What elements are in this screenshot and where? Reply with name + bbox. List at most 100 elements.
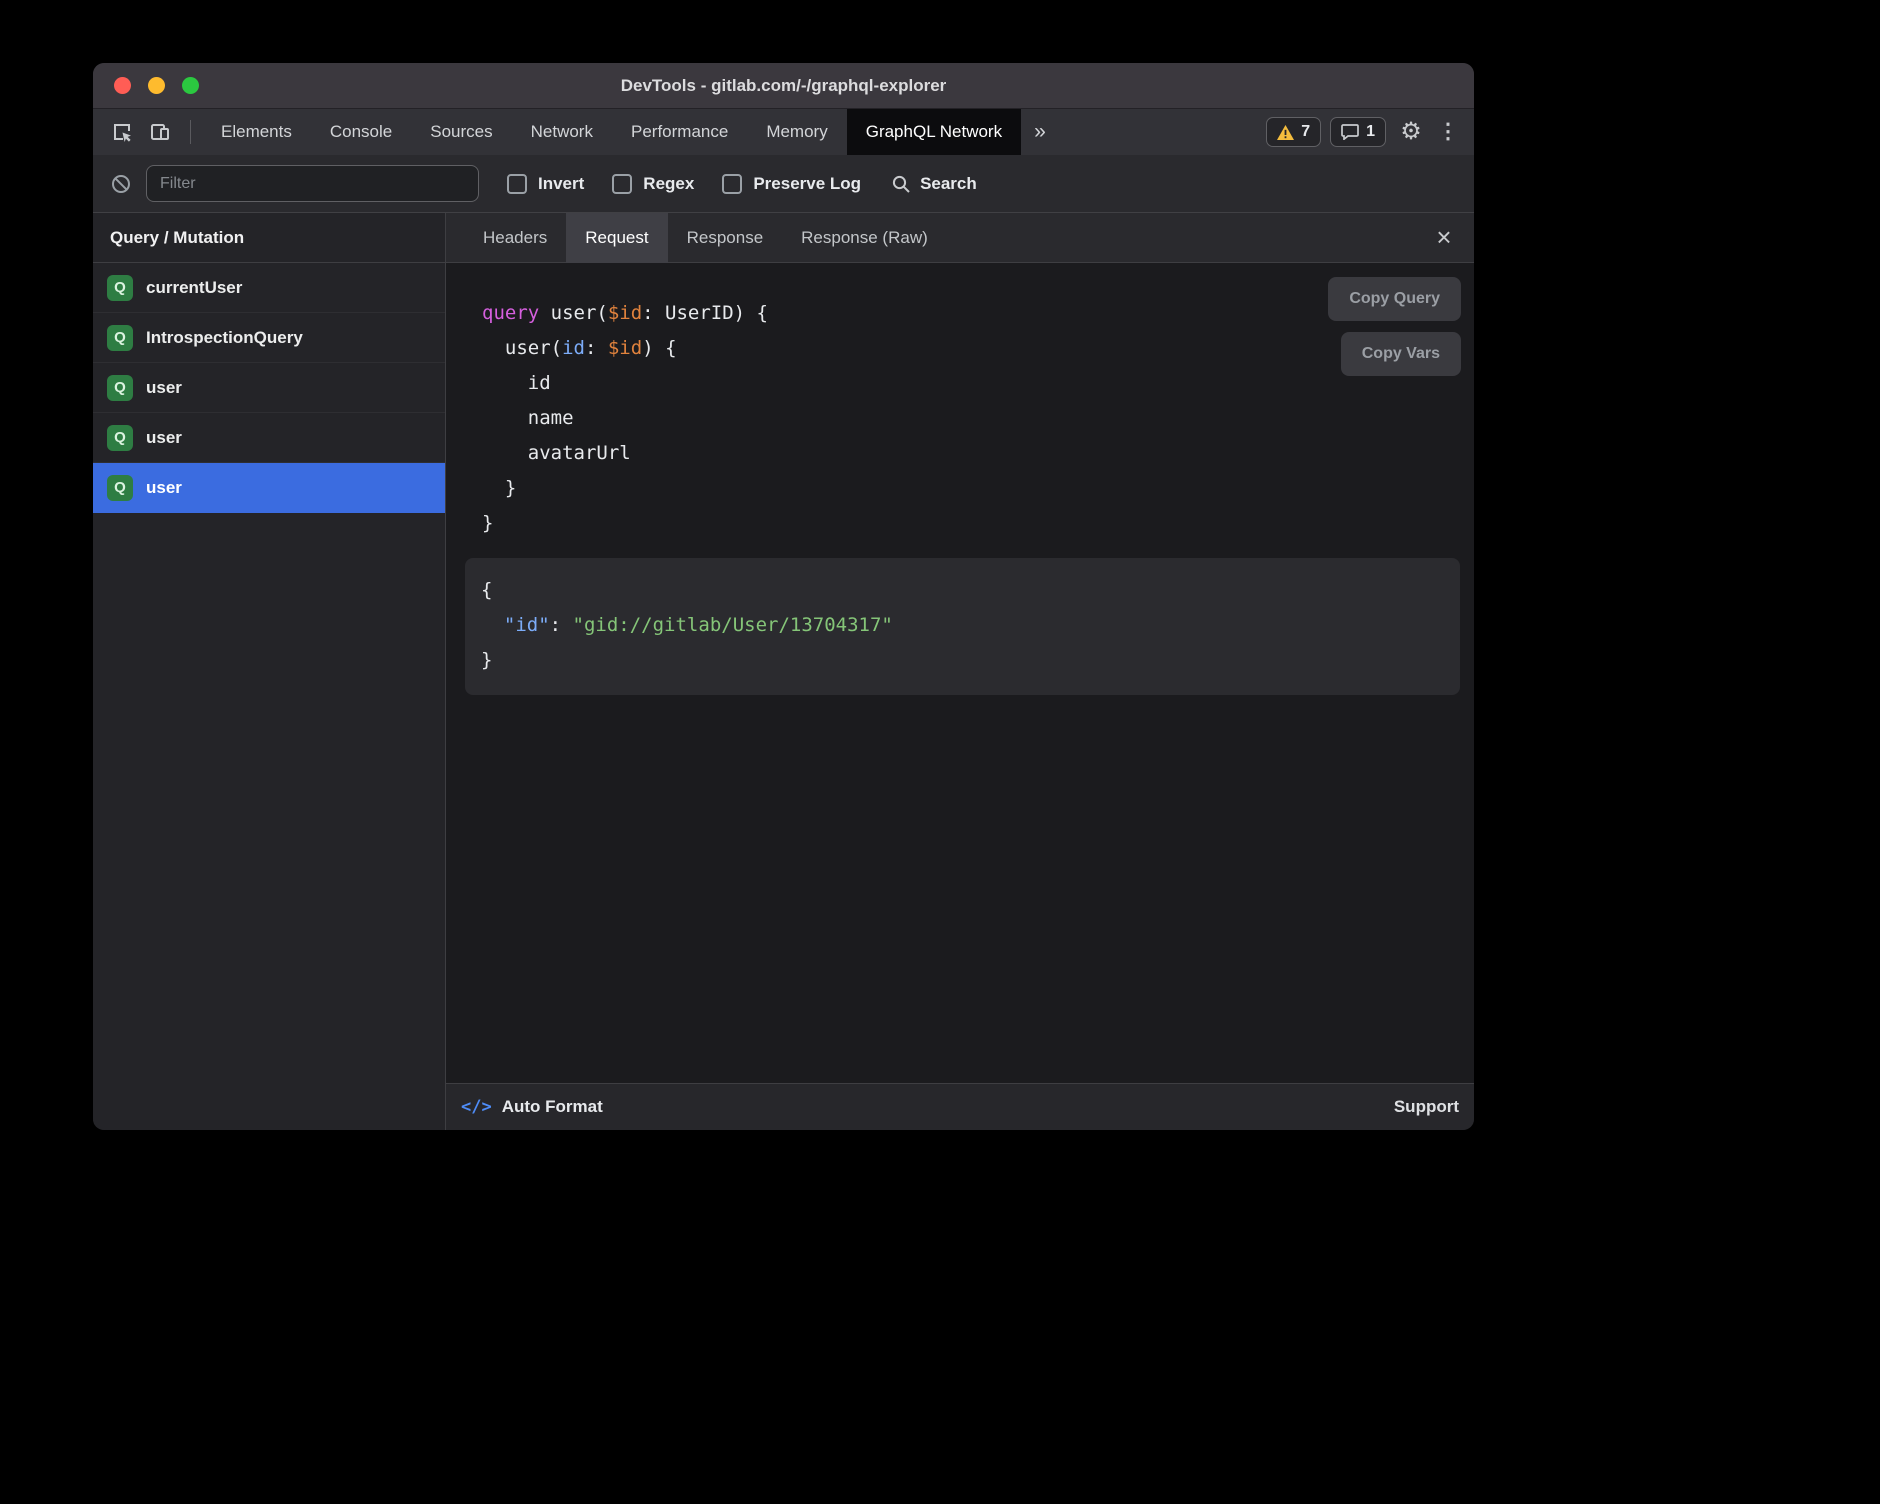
- search-icon: [891, 174, 911, 194]
- tabbar-divider: [190, 120, 191, 144]
- invert-label: Invert: [538, 174, 584, 194]
- warning-triangle-icon: [1277, 125, 1294, 140]
- query-list-header: Query / Mutation: [93, 213, 445, 263]
- minimize-window-button[interactable]: [148, 77, 165, 94]
- detail-tabs: Headers Request Response Response (Raw) …: [446, 213, 1474, 263]
- close-detail-icon[interactable]: ×: [1428, 213, 1460, 263]
- code-token: :: [585, 337, 608, 359]
- more-tabs-icon[interactable]: »: [1021, 120, 1059, 144]
- code-line: {: [481, 573, 1444, 608]
- main-area: Query / Mutation Q currentUser Q Introsp…: [93, 213, 1474, 1130]
- device-icon: [149, 121, 171, 143]
- code-token: [481, 614, 504, 636]
- code-line: query user($id: UserID) {: [482, 296, 768, 331]
- tab-elements[interactable]: Elements: [202, 109, 311, 155]
- query-list-item-currentuser[interactable]: Q currentUser: [93, 263, 445, 313]
- code-token: }: [482, 512, 493, 534]
- copy-buttons: Copy Query Copy Vars: [1328, 277, 1461, 376]
- detail-panel: Headers Request Response Response (Raw) …: [446, 213, 1474, 1130]
- preserve-log-label: Preserve Log: [753, 174, 861, 194]
- preserve-log-checkbox[interactable]: [722, 174, 742, 194]
- code-token: name: [482, 407, 574, 429]
- query-name: currentUser: [146, 278, 242, 298]
- search-control[interactable]: Search: [891, 174, 977, 194]
- query-type-badge: Q: [107, 275, 133, 301]
- code-token: id: [482, 372, 551, 394]
- query-variables-panel: { "id": "gid://gitlab/User/13704317"}: [465, 558, 1460, 695]
- query-list-item-introspectionquery[interactable]: Q IntrospectionQuery: [93, 313, 445, 363]
- issues-count: 1: [1366, 123, 1375, 141]
- devtools-window: DevTools - gitlab.com/-/graphql-explorer…: [93, 63, 1474, 1130]
- code-line: }: [481, 643, 1444, 678]
- tab-graphql-network[interactable]: GraphQL Network: [847, 109, 1021, 155]
- tab-request[interactable]: Request: [566, 213, 667, 263]
- code-line: }: [482, 506, 768, 541]
- query-type-badge: Q: [107, 375, 133, 401]
- query-name: IntrospectionQuery: [146, 328, 303, 348]
- invert-filter-control[interactable]: Invert: [507, 174, 584, 194]
- code-line: id: [482, 366, 768, 401]
- tab-network[interactable]: Network: [512, 109, 612, 155]
- device-toolbar-icon[interactable]: [141, 109, 179, 155]
- tab-memory[interactable]: Memory: [747, 109, 846, 155]
- tab-performance[interactable]: Performance: [612, 109, 747, 155]
- zoom-window-button[interactable]: [182, 77, 199, 94]
- warnings-count: 7: [1301, 123, 1310, 141]
- query-list-item-user-3-selected[interactable]: Q user: [93, 463, 445, 513]
- warnings-badge[interactable]: 7: [1266, 117, 1321, 147]
- preserve-log-control[interactable]: Preserve Log: [722, 174, 861, 194]
- graphql-query-code: query user($id: UserID) { user( id: $id) …: [482, 296, 768, 541]
- code-token: }: [482, 477, 516, 499]
- query-name: user: [146, 378, 182, 398]
- code-token: id: [562, 337, 585, 359]
- traffic-lights: [93, 77, 199, 94]
- code-token: user(: [539, 302, 608, 324]
- block-icon: [110, 173, 132, 195]
- code-line: }: [482, 471, 768, 506]
- tab-response[interactable]: Response: [668, 213, 783, 263]
- inspect-cursor-icon: [111, 121, 133, 143]
- code-token: query: [482, 302, 539, 324]
- query-list-item-user-2[interactable]: Q user: [93, 413, 445, 463]
- code-token: "id": [504, 614, 550, 636]
- settings-gear-icon[interactable]: ⚙: [1395, 109, 1427, 155]
- query-name: user: [146, 428, 182, 448]
- code-line: name: [482, 401, 768, 436]
- query-list-panel: Query / Mutation Q currentUser Q Introsp…: [93, 213, 446, 1130]
- regex-filter-control[interactable]: Regex: [612, 174, 694, 194]
- clear-log-button[interactable]: [105, 173, 137, 195]
- code-token: : UserID) {: [642, 302, 768, 324]
- tab-sources[interactable]: Sources: [411, 109, 511, 155]
- code-token: "gid://gitlab/User/13704317": [573, 614, 893, 636]
- query-type-badge: Q: [107, 475, 133, 501]
- tab-headers[interactable]: Headers: [464, 213, 566, 263]
- titlebar: DevTools - gitlab.com/-/graphql-explorer: [93, 63, 1474, 109]
- close-window-button[interactable]: [114, 77, 131, 94]
- request-content: Copy Query Copy Vars query user($id: Use…: [446, 263, 1474, 1083]
- kebab-menu-icon[interactable]: ⋮: [1436, 109, 1460, 155]
- copy-query-button[interactable]: Copy Query: [1328, 277, 1461, 321]
- filter-input[interactable]: [146, 165, 479, 202]
- regex-label: Regex: [643, 174, 694, 194]
- message-bubble-icon: [1341, 124, 1359, 140]
- invert-checkbox[interactable]: [507, 174, 527, 194]
- copy-vars-button[interactable]: Copy Vars: [1341, 332, 1461, 376]
- support-link[interactable]: Support: [1394, 1097, 1459, 1117]
- regex-checkbox[interactable]: [612, 174, 632, 194]
- window-title: DevTools - gitlab.com/-/graphql-explorer: [93, 76, 1474, 96]
- issues-badge[interactable]: 1: [1330, 117, 1386, 147]
- query-type-badge: Q: [107, 425, 133, 451]
- filter-toolbar: Invert Regex Preserve Log Search: [93, 155, 1474, 213]
- auto-format-button[interactable]: Auto Format: [502, 1097, 603, 1117]
- code-token: $id: [608, 302, 642, 324]
- query-list-item-user-1[interactable]: Q user: [93, 363, 445, 413]
- tab-console[interactable]: Console: [311, 109, 411, 155]
- code-token: $id: [608, 337, 642, 359]
- code-token: ) {: [642, 337, 676, 359]
- search-label: Search: [920, 174, 977, 194]
- query-type-badge: Q: [107, 325, 133, 351]
- detail-footer: </> Auto Format Support: [446, 1083, 1474, 1130]
- tab-response-raw[interactable]: Response (Raw): [782, 213, 947, 263]
- code-line: user(id: $id) {: [482, 331, 768, 366]
- inspect-element-icon[interactable]: [103, 109, 141, 155]
